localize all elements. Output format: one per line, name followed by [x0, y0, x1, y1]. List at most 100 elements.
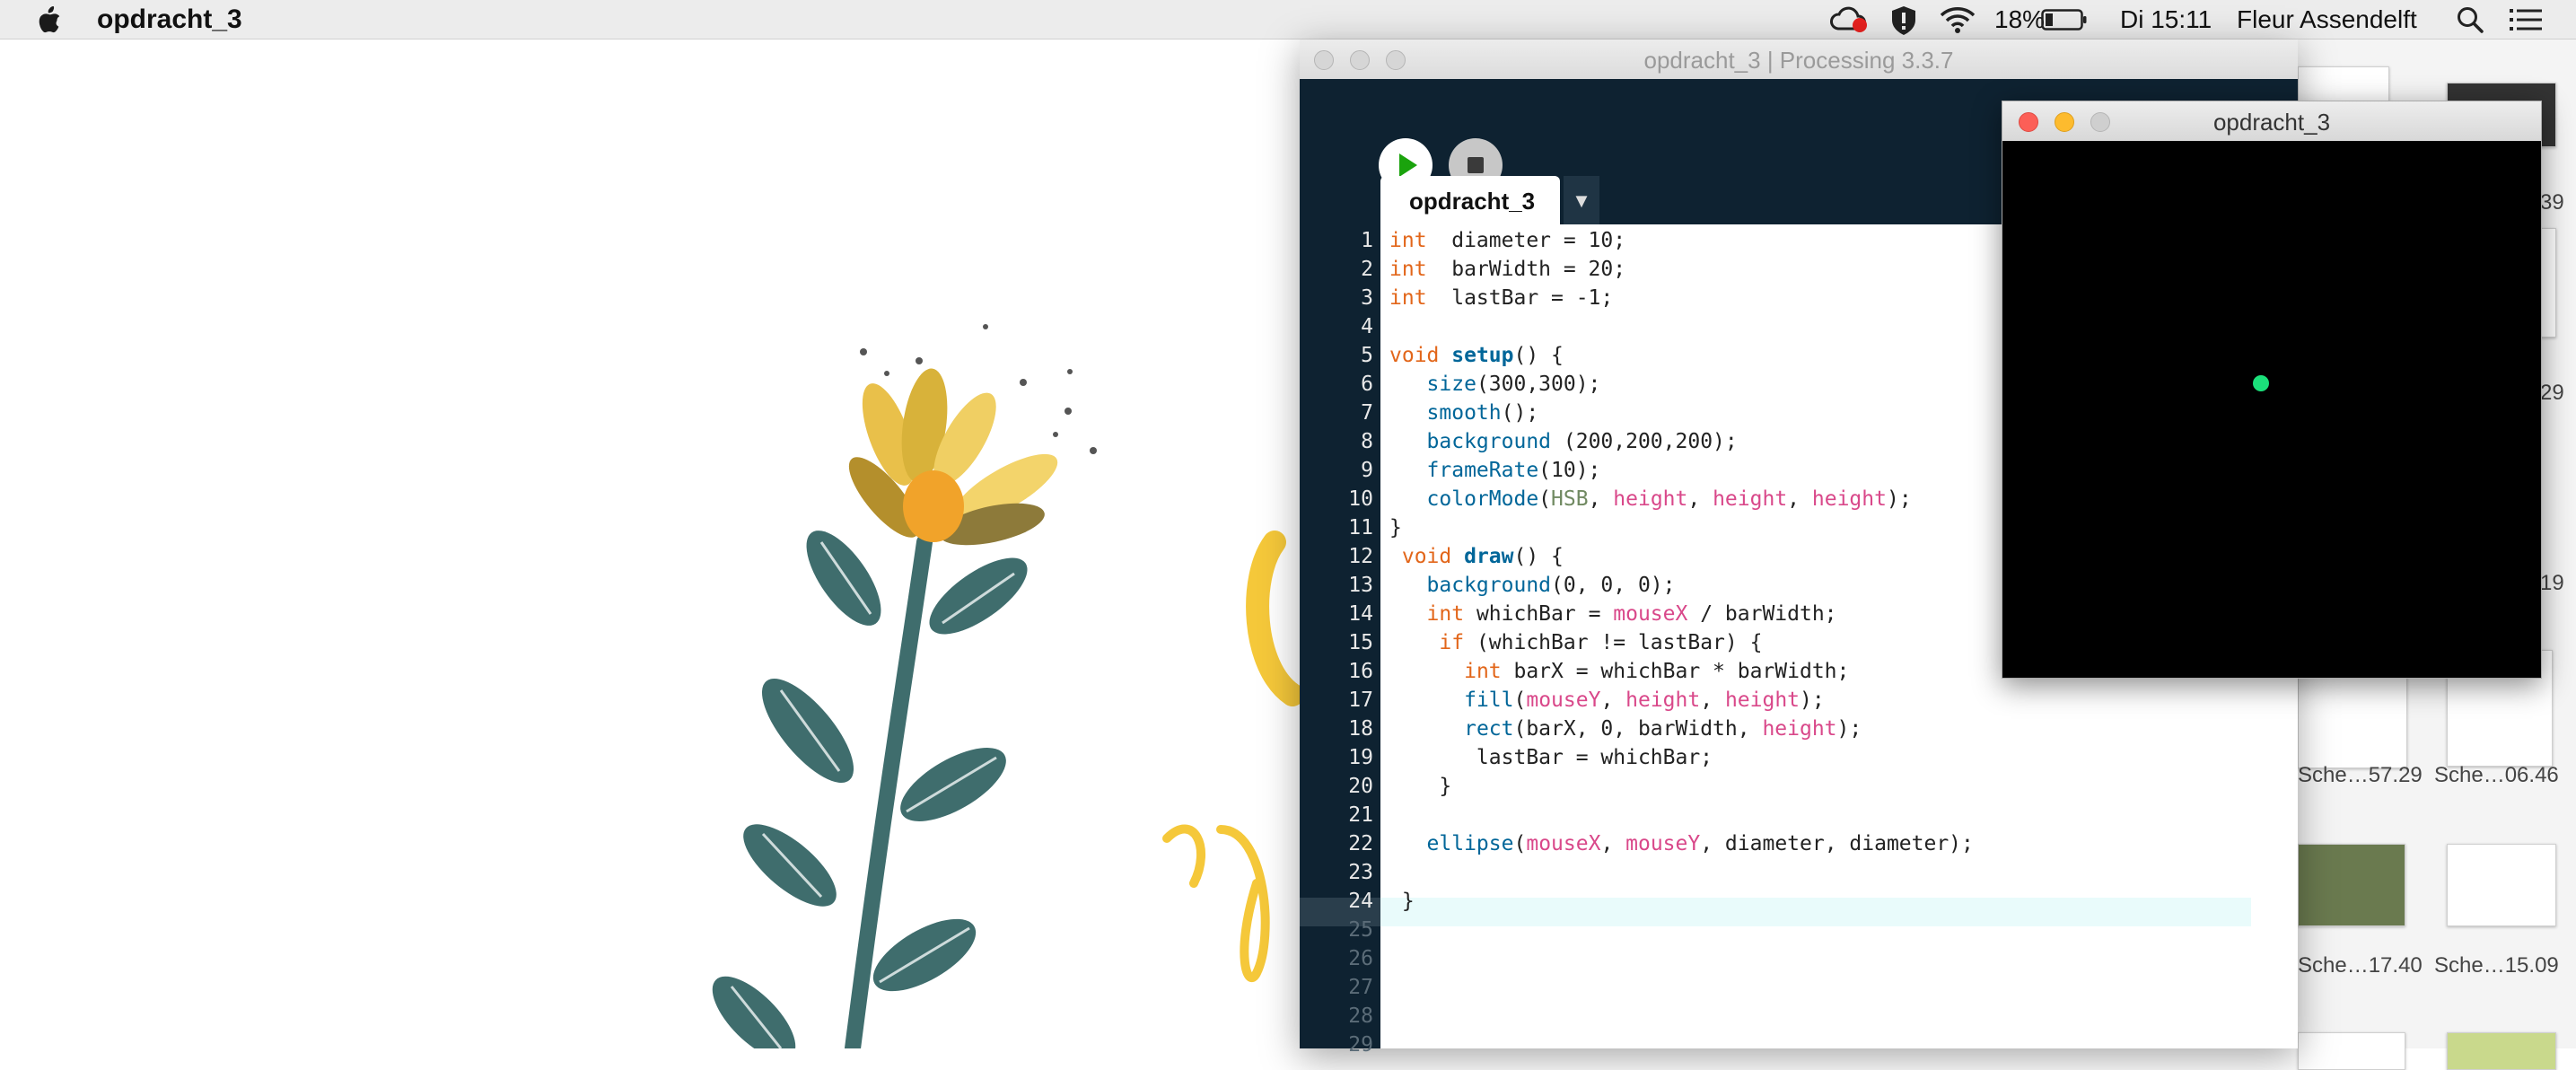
code-line[interactable]: background (200,200,200);: [1389, 427, 1738, 456]
menu-clock[interactable]: Di 15:11: [2120, 4, 2212, 36]
code-line[interactable]: int barX = whichBar * barWidth;: [1389, 657, 1849, 686]
code-token: height: [1762, 717, 1837, 741]
code-token: mouseX: [1613, 602, 1688, 626]
code-line[interactable]: }: [1389, 772, 1451, 801]
code-token: }: [1389, 775, 1452, 798]
sketch-titlebar[interactable]: opdracht_3: [2002, 101, 2541, 141]
code-line[interactable]: }: [1389, 513, 1402, 542]
code-token: () {: [1513, 545, 1564, 568]
screenshot-thumbnail[interactable]: [2298, 1032, 2405, 1070]
code-token: if: [1439, 631, 1465, 654]
line-number: 4: [1361, 315, 1373, 338]
battery-icon[interactable]: [2041, 9, 2088, 31]
code-line[interactable]: int diameter = 10;: [1389, 226, 1625, 255]
code-token: (whichBar != lastBar) {: [1464, 631, 1763, 654]
code-line[interactable]: void setup() {: [1389, 341, 1564, 370]
thumbnail-label: Sche…06.46: [2434, 763, 2559, 787]
code-token: setup: [1451, 344, 1514, 367]
battery-percentage[interactable]: 18%: [1994, 4, 2045, 36]
sketch-title: opdracht_3: [2212, 109, 2331, 136]
code-line[interactable]: lastBar = whichBar;: [1389, 743, 1713, 772]
window-title: opdracht_3 | Processing 3.3.7: [1643, 47, 1954, 74]
code-token: rect: [1464, 717, 1514, 741]
code-token: ,: [1787, 487, 1812, 511]
active-app-name[interactable]: opdracht_3: [97, 4, 242, 36]
line-number: 16: [1348, 660, 1373, 683]
tab-opdracht-3[interactable]: opdracht_3: [1380, 176, 1560, 226]
line-number: 9: [1361, 459, 1373, 482]
code-token: }: [1389, 890, 1415, 913]
user-name[interactable]: Fleur Assendelft: [2237, 4, 2417, 36]
code-line[interactable]: fill(mouseY, height, height);: [1389, 686, 1825, 715]
code-line[interactable]: smooth();: [1389, 399, 1539, 427]
mouse-ellipse: [2253, 375, 2269, 391]
creative-cloud-icon[interactable]: [1829, 5, 1871, 34]
code-line[interactable]: rect(barX, 0, barWidth, height);: [1389, 715, 1862, 743]
code-token: int: [1464, 660, 1502, 683]
thumbnail-label: Sche…17.40: [2298, 953, 2423, 978]
code-token: );: [1836, 717, 1862, 741]
code-line[interactable]: }: [1389, 887, 1415, 916]
ide-titlebar[interactable]: opdracht_3 | Processing 3.3.7: [1300, 39, 2298, 80]
code-token: size: [1426, 373, 1476, 396]
code-line[interactable]: ellipse(mouseX, mouseY, diameter, diamet…: [1389, 829, 1974, 858]
line-number: 28: [1348, 1004, 1373, 1028]
code-line[interactable]: int barWidth = 20;: [1389, 255, 1625, 284]
code-line[interactable]: frameRate(10);: [1389, 456, 1601, 485]
line-number: 1: [1361, 229, 1373, 252]
line-number: 18: [1348, 717, 1373, 741]
code-token: int: [1426, 602, 1465, 626]
code-token: int: [1389, 258, 1427, 281]
wifi-icon[interactable]: [1939, 5, 1976, 34]
line-number: 13: [1348, 574, 1373, 597]
screenshot-thumbnail[interactable]: [2447, 844, 2556, 926]
code-line[interactable]: size(300,300);: [1389, 370, 1601, 399]
code-token: (0, 0, 0);: [1551, 574, 1676, 597]
apple-icon[interactable]: [36, 5, 63, 34]
flower-petals: [848, 368, 1058, 546]
code-token: whichBar =: [1464, 602, 1614, 626]
screenshot-thumbnail[interactable]: [2298, 844, 2405, 926]
list-icon[interactable]: [2510, 7, 2542, 32]
search-icon[interactable]: [2456, 5, 2484, 34]
code-token: () {: [1513, 344, 1564, 367]
tab-menu-button[interactable]: ▼: [1564, 176, 1599, 226]
code-token: lastBar = whichBar;: [1389, 746, 1713, 769]
code-token: height: [1724, 688, 1801, 712]
code-token: barWidth = 20;: [1426, 258, 1626, 281]
code-token: ellipse: [1426, 832, 1514, 855]
code-token: void: [1389, 344, 1440, 367]
code-token: height: [1613, 487, 1688, 511]
shield-icon[interactable]: [1890, 5, 1917, 36]
code-line[interactable]: int whichBar = mouseX / barWidth;: [1389, 600, 1837, 628]
code-token: draw: [1464, 545, 1514, 568]
code-line[interactable]: void draw() {: [1389, 542, 1564, 571]
desktop-wallpaper: [712, 324, 1301, 1048]
code-line[interactable]: colorMode(HSB, height, height, height);: [1389, 485, 1912, 513]
code-token: }: [1389, 516, 1402, 539]
line-number: 25: [1348, 918, 1373, 942]
code-token: ,: [1600, 688, 1626, 712]
code-token: background: [1426, 574, 1552, 597]
code-token: int: [1389, 286, 1427, 310]
screenshot-thumbnail[interactable]: [2447, 1032, 2556, 1070]
line-number: 19: [1348, 746, 1373, 769]
code-token: );: [1886, 487, 1912, 511]
line-number: 26: [1348, 947, 1373, 970]
code-token: mouseX: [1526, 832, 1601, 855]
code-token: HSB: [1551, 487, 1589, 511]
code-line[interactable]: background(0, 0, 0);: [1389, 571, 1676, 600]
code-line[interactable]: if (whichBar != lastBar) {: [1389, 628, 1762, 657]
code-token: height: [1713, 487, 1788, 511]
code-line[interactable]: int lastBar = -1;: [1389, 284, 1613, 312]
sketch-canvas[interactable]: [2002, 141, 2541, 678]
